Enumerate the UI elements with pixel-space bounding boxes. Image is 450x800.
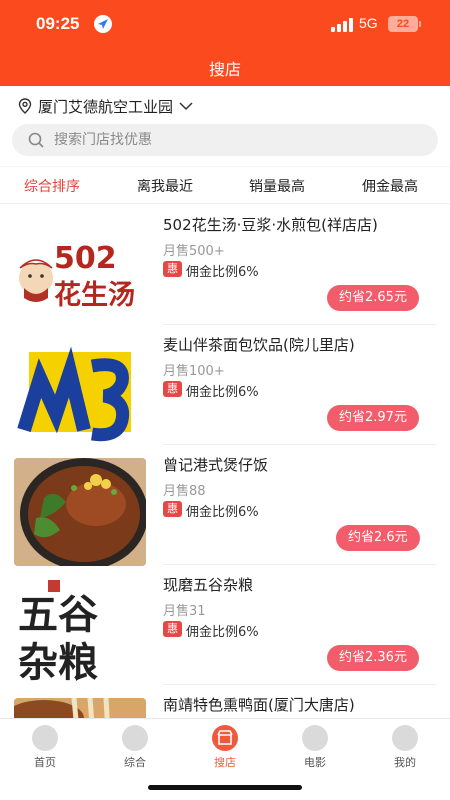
search-bar[interactable] — [12, 124, 438, 156]
svg-text:杂粮: 杂粮 — [18, 640, 98, 686]
discount-badge: 惠 — [163, 381, 182, 397]
tab-top-commission[interactable]: 佣金最高 — [362, 176, 418, 196]
food-photo — [14, 458, 146, 566]
search-input[interactable] — [54, 132, 414, 148]
store-thumbnail: 502 花生汤 — [14, 218, 146, 326]
battery-tip — [419, 21, 421, 27]
store-item[interactable]: 曾记港式煲仔饭 月售88 惠 佣金比例6% 约省2.6元 — [0, 445, 450, 566]
home-icon — [32, 725, 58, 751]
store-thumbnail — [14, 698, 146, 718]
tabbar-label: 搜店 — [214, 756, 236, 769]
store-name: 麦山伴茶面包饮品(院儿里店) — [163, 336, 355, 354]
save-amount-button[interactable]: 约省2.6元 — [336, 525, 420, 551]
battery-icon: 22 — [388, 16, 418, 32]
store-item[interactable]: 南靖特色熏鸭面(厦门大唐店) — [0, 685, 450, 718]
tab-comprehensive[interactable]: 综合排序 — [24, 176, 80, 196]
save-amount-button[interactable]: 约省2.97元 — [327, 405, 419, 431]
user-icon — [392, 725, 418, 751]
tabbar-movie[interactable]: 电影 — [285, 725, 345, 770]
store-logo-image: 五谷 杂粮 — [18, 580, 98, 686]
grid-icon — [122, 725, 148, 751]
store-list: 502 花生汤 502花生汤·豆浆·水煎包(祥店店) 月售500+ 惠 佣金比例… — [0, 205, 450, 718]
tabbar-store-search[interactable]: 搜店 — [195, 725, 255, 770]
commission-rate: 佣金比例6% — [186, 385, 259, 400]
store-name: 现磨五谷杂粮 — [163, 576, 254, 594]
store-sales: 月售500+ — [163, 244, 225, 259]
tabbar-label: 综合 — [124, 756, 146, 769]
tabbar-label: 我的 — [394, 756, 416, 769]
network-type: 5G — [359, 15, 378, 31]
app-header: 09:25 5G 22 搜店 — [0, 0, 450, 86]
store-sales: 月售100+ — [163, 364, 225, 379]
store-name: 502花生汤·豆浆·水煎包(祥店店) — [163, 216, 378, 234]
status-time: 09:25 — [36, 14, 80, 33]
store-thumbnail — [14, 338, 146, 446]
store-logo-image — [17, 346, 131, 442]
svg-text:花生汤: 花生汤 — [54, 280, 135, 311]
tab-top-sales[interactable]: 销量最高 — [249, 176, 305, 196]
store-icon — [212, 725, 238, 751]
location-pin-icon — [18, 98, 32, 114]
location-label: 厦门艾德航空工业园 — [38, 97, 174, 116]
signal-icon — [331, 18, 353, 32]
tabbar-label: 电影 — [304, 756, 326, 769]
tabbar-comprehensive[interactable]: 综合 — [105, 725, 165, 770]
discount-badge: 惠 — [163, 501, 182, 517]
tabbar-mine[interactable]: 我的 — [375, 725, 435, 770]
tabbar-home[interactable]: 首页 — [15, 725, 75, 770]
store-sales: 月售88 — [163, 484, 206, 499]
store-logo-text: 五谷 — [18, 592, 98, 638]
commission-rate: 佣金比例6% — [186, 505, 259, 520]
search-icon — [28, 132, 44, 148]
save-amount-button[interactable]: 约省2.36元 — [327, 645, 419, 671]
status-bar: 09:25 5G 22 — [0, 0, 450, 48]
sort-tabs: 综合排序 离我最近 销量最高 佣金最高 — [0, 166, 450, 204]
discount-badge: 惠 — [163, 621, 182, 637]
store-name: 南靖特色熏鸭面(厦门大唐店) — [163, 696, 355, 714]
page-title: 搜店 — [208, 60, 241, 79]
discount-badge: 惠 — [163, 261, 182, 277]
store-thumbnail — [14, 458, 146, 566]
store-logo-text: 502 — [54, 241, 117, 276]
store-thumbnail: 五谷 杂粮 — [14, 578, 146, 686]
film-icon — [302, 725, 328, 751]
store-item[interactable]: 五谷 杂粮 现磨五谷杂粮 月售31 惠 佣金比例6% 约省2.36元 — [0, 565, 450, 686]
commission-rate: 佣金比例6% — [186, 265, 259, 280]
location-selector[interactable]: 厦门艾德航空工业园 — [18, 95, 193, 117]
tab-nearest[interactable]: 离我最近 — [137, 176, 193, 196]
tabbar-label: 首页 — [34, 756, 56, 769]
location-arrow-icon — [94, 15, 112, 33]
store-item[interactable]: 麦山伴茶面包饮品(院儿里店) 月售100+ 惠 佣金比例6% 约省2.97元 — [0, 325, 450, 446]
food-photo — [14, 698, 146, 718]
store-name: 曾记港式煲仔饭 — [163, 456, 269, 474]
store-sales: 月售31 — [163, 604, 206, 619]
store-logo-image: 502 花生汤 — [19, 241, 135, 311]
save-amount-button[interactable]: 约省2.65元 — [327, 285, 419, 311]
home-indicator — [148, 785, 302, 790]
commission-rate: 佣金比例6% — [186, 625, 259, 640]
store-item[interactable]: 502 花生汤 502花生汤·豆浆·水煎包(祥店店) 月售500+ 惠 佣金比例… — [0, 205, 450, 326]
chevron-down-icon — [179, 102, 193, 111]
